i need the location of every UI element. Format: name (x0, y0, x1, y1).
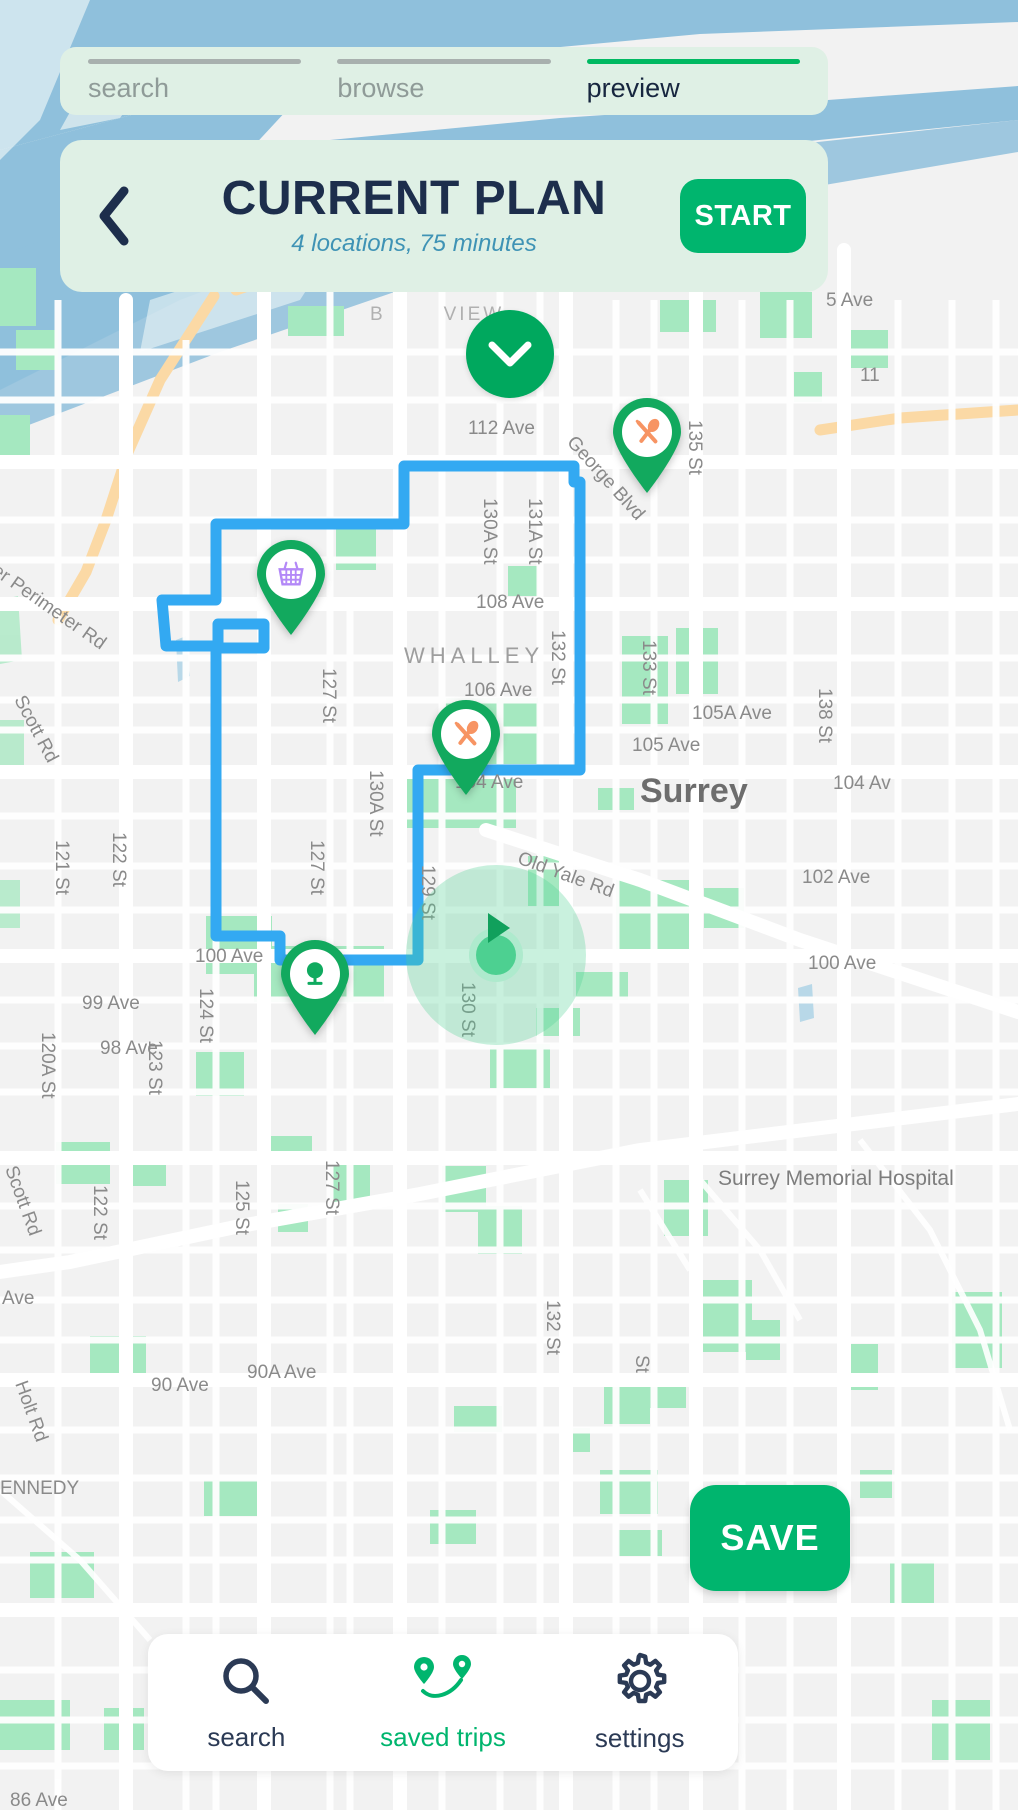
nav-item-search[interactable]: search (148, 1634, 345, 1771)
chevron-down-icon (488, 341, 532, 367)
bottom-navigation-bar: search saved trips settings (148, 1634, 738, 1771)
fork-spoon-icon (625, 410, 669, 454)
chevron-left-icon (99, 186, 129, 246)
current-location-accuracy-circle (406, 865, 586, 1045)
gear-icon (611, 1652, 669, 1715)
expand-plan-button[interactable] (466, 310, 554, 398)
fork-spoon-icon (444, 712, 488, 756)
shopping-basket-icon (269, 552, 313, 596)
plan-subtitle: 4 locations, 75 minutes (291, 230, 537, 258)
nav-item-label: saved trips (380, 1721, 506, 1752)
map-marker-grocery[interactable] (253, 540, 329, 636)
route-pins-icon (407, 1653, 479, 1714)
page-title: CURRENT PLAN (221, 171, 607, 225)
step-tab-label: search (88, 73, 170, 103)
step-tab-browse[interactable]: browse (337, 59, 551, 104)
step-tab-label: preview (586, 73, 680, 103)
nav-item-saved-trips[interactable]: saved trips (345, 1634, 542, 1771)
map-marker-park[interactable] (277, 940, 353, 1036)
nav-item-settings[interactable]: settings (541, 1634, 738, 1771)
step-tab-label: browse (337, 73, 425, 103)
map-marker-restaurant-2[interactable] (428, 700, 504, 796)
tree-icon (293, 952, 337, 996)
step-rule (88, 59, 302, 64)
step-tab-preview[interactable]: preview (586, 59, 800, 104)
plan-header-card: CURRENT PLAN 4 locations, 75 minutes STA… (60, 140, 828, 292)
current-location-heading-arrow (488, 913, 510, 943)
plan-title-group: CURRENT PLAN 4 locations, 75 minutes (148, 171, 680, 258)
trip-planner-screen: 112 Ave 108 Ave 106 Ave 105A Ave 105 Ave 104 … (0, 0, 1018, 1810)
start-button[interactable]: START (680, 179, 806, 253)
step-tabs: search browse preview (60, 47, 828, 115)
step-rule (586, 59, 800, 64)
map-marker-restaurant-1[interactable] (609, 398, 685, 494)
nav-item-label: search (207, 1721, 286, 1752)
step-tab-search[interactable]: search (88, 59, 302, 104)
save-button[interactable]: SAVE (690, 1485, 850, 1591)
search-icon (218, 1653, 274, 1714)
step-rule (337, 59, 551, 64)
nav-item-label: settings (594, 1722, 685, 1753)
